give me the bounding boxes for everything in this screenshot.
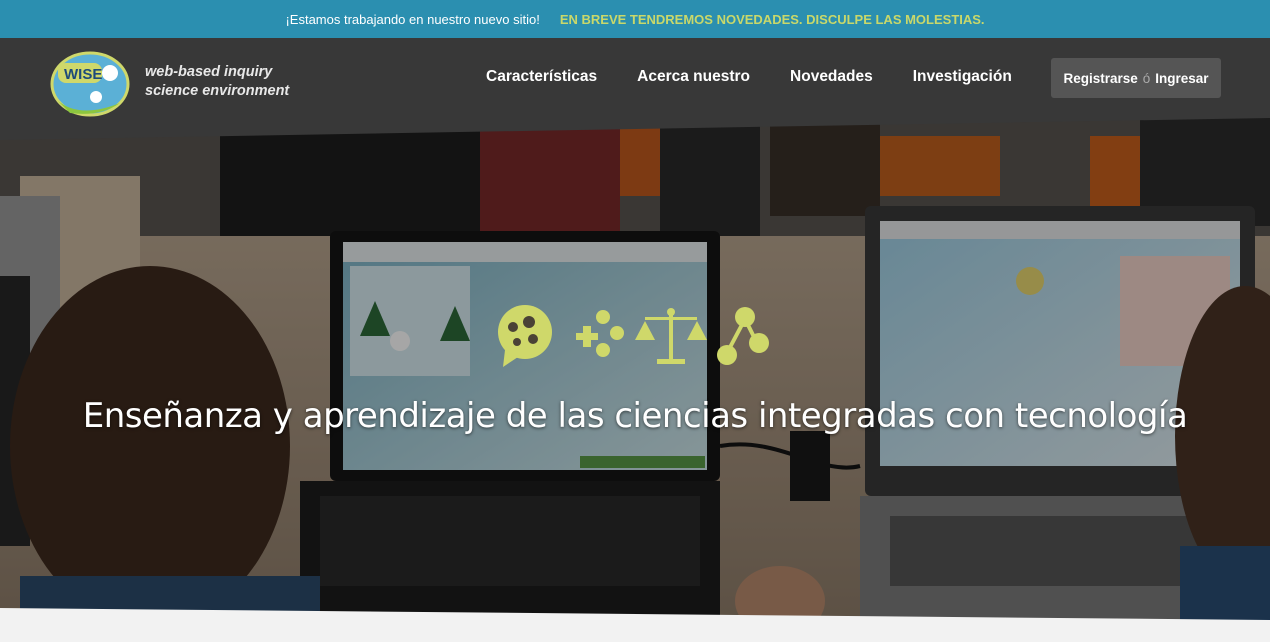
hero-section [0, 116, 1270, 642]
tagline-line2: science environment [145, 83, 290, 99]
nav-item-acerca-nuestro[interactable]: Acerca nuestro [637, 68, 750, 86]
nav-item-novedades[interactable]: Novedades [790, 68, 873, 86]
logo-text: WISE [64, 66, 102, 83]
register-link[interactable]: Registrarse [1063, 71, 1137, 86]
molecule-icon [717, 307, 769, 365]
chat-bubble-icon [498, 305, 552, 367]
announcement-notice: EN BREVE TENDREMOS NOVEDADES. DISCULPE L… [559, 11, 985, 27]
hero-headline: Enseñanza y aprendizaje de las ciencias … [82, 396, 1188, 436]
tagline-line1: web-based inquiry [145, 64, 273, 80]
auth-separator: ó [1142, 70, 1151, 86]
nav-item-caracteristicas[interactable]: Características [486, 68, 597, 86]
main-nav: Características Acerca nuestro Novedades… [486, 68, 1012, 86]
auth-box: Registrarse ó Ingresar [1051, 58, 1221, 98]
login-link[interactable]: Ingresar [1155, 71, 1208, 86]
nav-item-investigacion[interactable]: Investigación [913, 68, 1012, 86]
hero-icon-row [498, 305, 769, 367]
announcement-bar: ¡Estamos trabajando en nuestro nuevo sit… [0, 0, 1270, 38]
gamepad-icon [576, 310, 624, 357]
wise-logo[interactable]: WISE [50, 51, 130, 119]
hero-overlay [0, 116, 1270, 642]
balance-scale-icon [635, 308, 707, 364]
announcement-message: ¡Estamos trabajando en nuestro nuevo sit… [285, 11, 540, 27]
navbar: WISE web-based inquiry science environme… [0, 38, 1270, 140]
section-divider [0, 608, 1270, 642]
brand-tagline: web-based inquiry science environment [145, 63, 289, 101]
